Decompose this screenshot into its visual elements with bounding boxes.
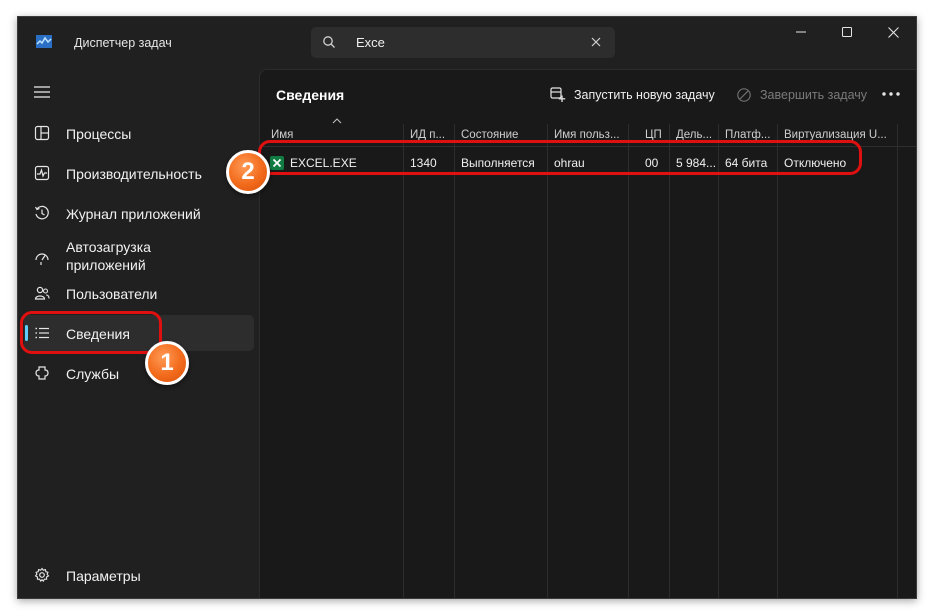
task-manager-icon [36,35,52,48]
close-button[interactable] [870,17,916,47]
minimize-button[interactable] [778,17,824,47]
column-divider[interactable] [897,124,898,598]
app-history-icon [34,205,49,220]
search-input[interactable]: Exce [356,35,385,50]
sidebar-item-performance[interactable]: Производительность [24,155,254,191]
maximize-button[interactable] [824,17,870,47]
run-new-task-label: Запустить новую задачу [574,88,715,102]
column-divider[interactable] [669,124,670,598]
column-divider[interactable] [718,124,719,598]
sidebar-item-label: Производительность [66,166,202,182]
column-divider[interactable] [454,124,455,598]
users-icon [34,286,50,300]
close-icon [887,26,899,38]
step-badge-1: 1 [145,341,189,385]
app-title: Диспетчер задач [74,36,172,50]
end-task-button[interactable]: Завершить задачу [736,84,867,106]
more-options-icon[interactable] [881,90,901,98]
maximize-icon [842,27,852,37]
sidebar-item-services[interactable]: Службы [24,355,254,391]
new-task-icon [550,87,566,102]
column-divider[interactable] [547,124,548,598]
sidebar-item-label: Процессы [66,126,132,142]
end-task-label: Завершить задачу [760,88,868,102]
sidebar-item-processes[interactable]: Процессы [24,115,254,151]
sidebar-item-label: Службы [66,366,120,382]
startup-apps-icon [35,253,49,265]
sidebar-item-label: Параметры [66,568,141,584]
search-box[interactable]: Exce [311,27,615,58]
highlight-box-details [20,311,162,354]
sidebar-item-users[interactable]: Пользователи [24,275,254,311]
task-manager-window: Диспетчер задач Exce Процессы Производит… [17,16,917,599]
column-divider[interactable] [628,124,629,598]
end-task-icon [737,88,751,102]
sidebar-item-app-history[interactable]: Журнал приложений [24,195,254,231]
run-new-task-button[interactable]: Запустить новую задачу [550,84,715,106]
minimize-icon [796,31,806,33]
title-bar: Диспетчер задач Exce [18,17,916,69]
performance-icon [34,165,50,181]
sidebar-item-startup-apps[interactable]: Автозагрузка приложений [24,238,254,278]
settings-icon [34,567,50,583]
sidebar-item-label: Журнал приложений [66,206,201,222]
sidebar-item-label: Пользователи [66,286,158,302]
processes-icon [34,125,50,141]
sidebar-item-label: Автозагрузка приложений [66,239,151,273]
hamburger-menu-icon[interactable] [33,84,51,100]
column-divider[interactable] [403,124,404,598]
clear-search-icon[interactable] [589,35,603,49]
page-title: Сведения [276,87,345,103]
column-divider[interactable] [777,124,778,598]
details-table: Имя ИД п... Состояние Имя польз... ЦП Де… [260,118,916,598]
search-icon [323,36,335,48]
sidebar-item-settings[interactable]: Параметры [24,557,254,593]
step-badge-2: 2 [226,150,270,194]
highlight-box-excel-row [258,140,862,175]
services-icon [35,366,49,380]
